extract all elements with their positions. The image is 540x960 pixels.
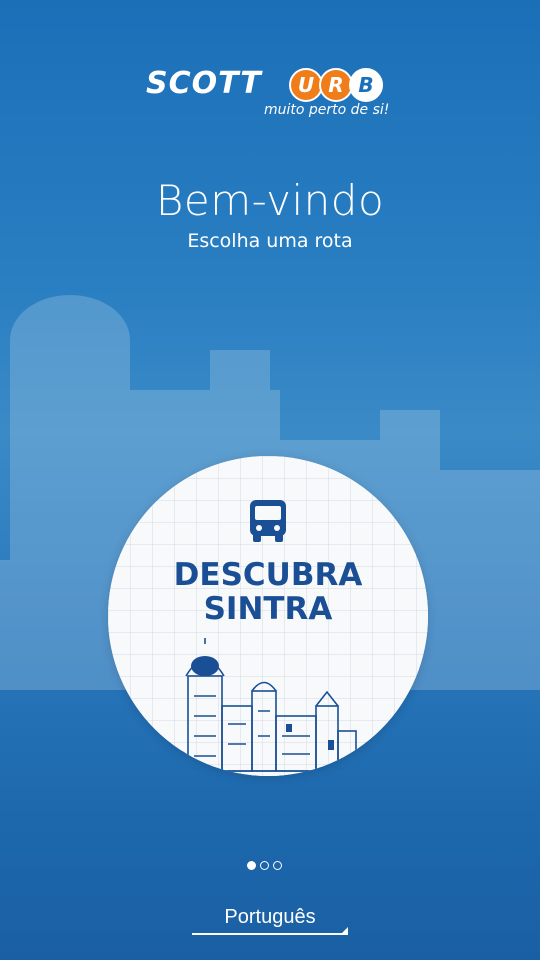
pena-palace-illustration	[168, 638, 368, 772]
language-selector-underline	[192, 933, 348, 935]
route-name-line-1: DESCUBRA	[173, 557, 363, 593]
language-selected-label: Português	[224, 906, 316, 928]
logo-letter-badges: U R B	[289, 68, 383, 102]
language-selector[interactable]: Português	[192, 903, 348, 935]
route-card-descubra-sintra[interactable]: DESCUBRA SINTRA	[108, 456, 428, 776]
logo-letter: R	[319, 68, 353, 102]
scotturb-logo: SCOTT U R B muito perto de si!	[140, 64, 402, 124]
carousel-page-indicator	[247, 861, 282, 870]
dropdown-corner-icon	[342, 927, 348, 933]
logo-tagline: muito perto de si!	[264, 102, 390, 118]
route-name-line-2: SINTRA	[203, 591, 333, 627]
logo-letter: B	[349, 68, 383, 102]
logo-wordmark: SCOTT	[146, 66, 262, 101]
bus-icon	[250, 500, 286, 542]
page-subtitle: Escolha uma rota	[187, 230, 353, 252]
page-dot-active[interactable]	[247, 861, 256, 870]
logo-letter: U	[289, 68, 323, 102]
page-title: Bem-vindo	[155, 176, 385, 225]
page-dot[interactable]	[273, 861, 282, 870]
route-name: DESCUBRA SINTRA	[108, 558, 428, 626]
page-dot[interactable]	[260, 861, 269, 870]
